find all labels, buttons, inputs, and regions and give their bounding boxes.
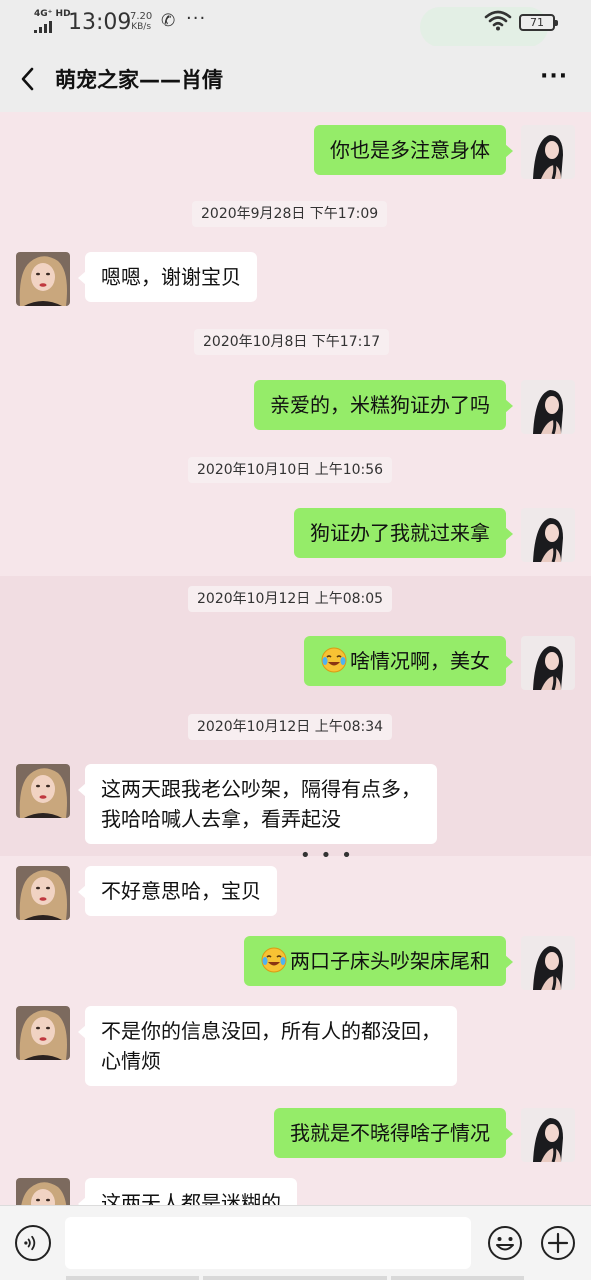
my-message-bubble[interactable]: 狗证办了我就过来拿 — [294, 508, 513, 558]
battery-icon: 71 — [519, 14, 558, 31]
message-text: 这两天人都是迷糊的 — [101, 1191, 281, 1205]
timestamp: 2020年10月12日 上午08:34 — [188, 714, 393, 740]
my-avatar[interactable] — [521, 380, 575, 434]
my-avatar[interactable] — [521, 508, 575, 562]
gesture-bar-segment — [203, 1276, 387, 1280]
message-text: 狗证办了我就过来拿 — [310, 521, 490, 545]
phone-icon: ✆ — [161, 11, 176, 31]
clock: 13:09 — [68, 10, 132, 35]
contact-message-bubble[interactable]: 这两天人都是迷糊的 — [78, 1178, 297, 1205]
chat-title: 萌宠之家——肖倩 — [55, 68, 223, 92]
signal-icon — [34, 21, 60, 33]
wifi-icon — [484, 10, 512, 31]
status-bar: 4G⁺ HD 13:09 7.20 KB/s ✆ ··· 71 — [0, 0, 591, 47]
message-text: 两口子床头吵架床尾和 — [290, 949, 490, 973]
chat-header: 萌宠之家——肖倩 ··· — [0, 46, 591, 112]
message-text: 你也是多注意身体 — [330, 138, 490, 162]
timestamp: 2020年9月28日 下午17:09 — [192, 201, 388, 227]
message-input-bar — [0, 1205, 591, 1280]
contact-message-bubble[interactable]: 这两天跟我老公吵架，隔得有点多， 我哈哈喊人去拿，看弄起没 — [78, 764, 437, 844]
my-avatar[interactable] — [521, 936, 575, 990]
contact-message-bubble[interactable]: 嗯嗯，谢谢宝贝 — [78, 252, 257, 302]
more-functions-plus-icon[interactable] — [540, 1225, 576, 1261]
contact-avatar[interactable] — [16, 1006, 70, 1060]
message-text: 我就是不晓得啥子情况 — [290, 1121, 490, 1145]
network-speed: 7.20 KB/s — [130, 11, 152, 33]
message-text-line: 心情烦 — [101, 1049, 161, 1073]
emoji-picker-icon[interactable] — [487, 1225, 523, 1261]
contact-message-bubble[interactable]: 不好意思哈，宝贝 — [78, 866, 277, 916]
my-message-bubble[interactable]: 亲爱的，米糕狗证办了吗 — [254, 380, 513, 430]
message-text: 亲爱的，米糕狗证办了吗 — [270, 393, 490, 417]
speed-unit: KB/s — [131, 22, 152, 32]
message-text-line: 不是你的信息没回，所有人的都没回， — [101, 1019, 441, 1043]
message-list[interactable]: 你也是多注意身体 2020年9月28日 下午17:09 嗯嗯，谢谢宝贝 2020… — [0, 112, 591, 1205]
crying-laughing-emoji-icon — [321, 647, 347, 673]
message-text: 嗯嗯，谢谢宝贝 — [101, 265, 241, 289]
back-arrow-icon[interactable] — [18, 66, 40, 92]
typing-indicator: ••• — [300, 845, 362, 866]
my-avatar[interactable] — [521, 1108, 575, 1162]
contact-message-bubble[interactable]: 不是你的信息没回，所有人的都没回， 心情烦 — [78, 1006, 457, 1086]
voice-input-icon[interactable] — [15, 1225, 51, 1261]
network-type: 4G⁺ HD — [34, 9, 71, 19]
message-text-line: 我哈哈喊人去拿，看弄起没 — [101, 807, 341, 831]
timestamp: 2020年10月12日 上午08:05 — [188, 586, 393, 612]
gesture-bar-segment — [391, 1276, 524, 1280]
message-text: 啥情况啊，美女 — [350, 649, 490, 673]
crying-laughing-emoji-icon — [261, 947, 287, 973]
message-text: 不好意思哈，宝贝 — [101, 879, 261, 903]
my-avatar[interactable] — [521, 636, 575, 690]
contact-avatar[interactable] — [16, 1178, 70, 1205]
my-message-bubble[interactable]: 你也是多注意身体 — [314, 125, 513, 175]
my-message-bubble[interactable]: 啥情况啊，美女 — [304, 636, 513, 686]
timestamp: 2020年10月10日 上午10:56 — [188, 457, 393, 483]
gesture-bar-segment — [66, 1276, 199, 1280]
contact-avatar[interactable] — [16, 252, 70, 306]
contact-avatar[interactable] — [16, 866, 70, 920]
timestamp: 2020年10月8日 下午17:17 — [194, 329, 390, 355]
more-options-icon[interactable]: ··· — [540, 64, 568, 89]
my-message-bubble[interactable]: 两口子床头吵架床尾和 — [244, 936, 513, 986]
contact-avatar[interactable] — [16, 764, 70, 818]
speed-value: 7.20 — [130, 11, 153, 22]
more-notifications-icon: ··· — [186, 8, 207, 29]
message-text-line: 这两天跟我老公吵架，隔得有点多， — [101, 777, 421, 801]
message-input[interactable] — [65, 1217, 471, 1269]
my-message-bubble[interactable]: 我就是不晓得啥子情况 — [274, 1108, 513, 1158]
my-avatar[interactable] — [521, 125, 575, 179]
